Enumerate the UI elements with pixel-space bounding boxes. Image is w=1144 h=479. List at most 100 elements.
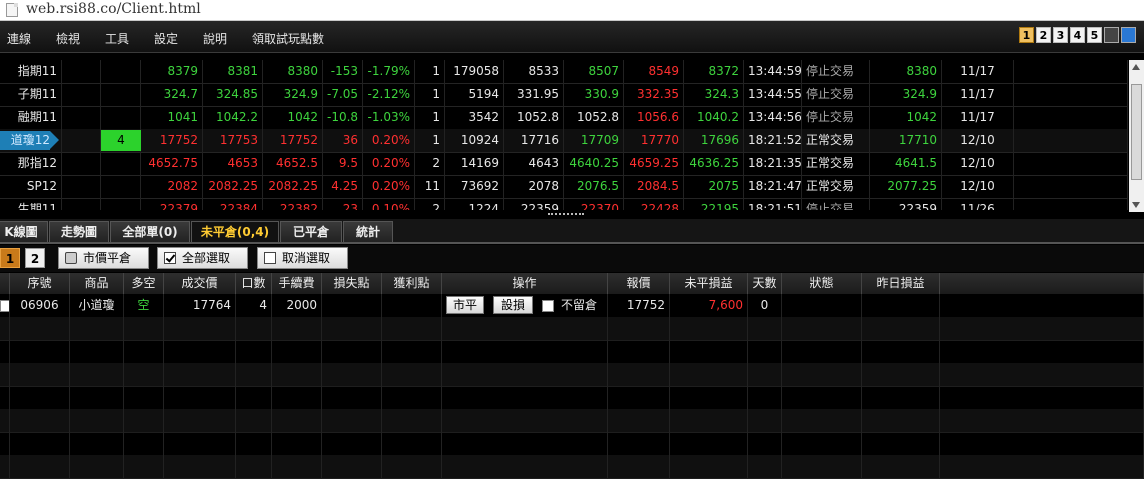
quote-row[interactable]: 生期11 22379 22384 22382 23 0.10% 2 1224 22359 2237… — [0, 198, 1128, 210]
layout-page-1-button[interactable]: 1 — [1019, 27, 1034, 43]
row-select-checkbox[interactable] — [0, 300, 9, 312]
quote-product-name: 子期11 — [0, 83, 62, 106]
menu-connect[interactable]: 連線 — [7, 30, 31, 47]
layout-page-2-button[interactable]: 2 — [1036, 27, 1051, 43]
position-empty-row — [0, 455, 1144, 479]
tab-all-orders[interactable]: 全部單(0) — [110, 221, 190, 242]
quote-cell: 1056.6 — [624, 106, 684, 129]
position-cell — [164, 455, 236, 478]
cancel-selection-button[interactable]: 取消選取 — [257, 247, 348, 269]
tab-closed-positions[interactable]: 已平倉 — [280, 221, 342, 242]
market-close-button[interactable]: 市價平倉 — [58, 247, 149, 269]
menu-claim-trial-points[interactable]: 領取試玩點數 — [252, 30, 324, 47]
quote-cell: 2 — [415, 152, 445, 175]
header-side[interactable]: 多空 — [124, 273, 164, 294]
position-cell — [748, 455, 782, 478]
position-cell — [748, 409, 782, 432]
tab-trend[interactable]: 走勢圖 — [49, 221, 109, 242]
position-cell — [10, 386, 70, 409]
header-status[interactable]: 狀態 — [782, 273, 862, 294]
no-overnight-checkbox[interactable] — [542, 300, 554, 312]
quote-cell: 8372 — [684, 60, 744, 83]
header-stop-loss[interactable]: 損失點 — [322, 273, 382, 294]
select-all-button[interactable]: 全部選取 — [157, 247, 248, 269]
set-stop-loss-button[interactable]: 設損 — [493, 296, 533, 314]
header-serial[interactable]: 序號 — [10, 273, 70, 294]
header-fee[interactable]: 手續費 — [272, 273, 322, 294]
position-cell — [862, 455, 940, 478]
quote-cell: 17770 — [624, 129, 684, 152]
quote-cell: 9.5 — [323, 152, 363, 175]
quote-cell: -1.03% — [363, 106, 415, 129]
market-close-row-button[interactable]: 市平 — [446, 296, 484, 314]
quote-cell: 22384 — [203, 198, 263, 210]
scroll-up-icon[interactable] — [1132, 64, 1140, 70]
quote-cell: 4652.75 — [141, 152, 203, 175]
scroll-down-icon[interactable] — [1132, 202, 1140, 208]
quote-cell: 12/10 — [942, 175, 1014, 198]
monitor-icon[interactable] — [1121, 27, 1136, 43]
open-lots-badge[interactable]: 4 — [101, 130, 141, 151]
selected-product-tag: 道瓊12 — [0, 131, 59, 150]
quote-cell: 12/10 — [942, 129, 1014, 152]
header-quote[interactable]: 報價 — [608, 273, 670, 294]
position-cell — [940, 363, 1144, 386]
quote-badge-cell: 4 — [101, 129, 141, 152]
tab-open-positions[interactable]: 未平倉(0,4) — [191, 221, 279, 242]
position-cell — [10, 317, 70, 340]
header-operation[interactable]: 操作 — [442, 273, 608, 294]
url-text[interactable]: web.rsi88.co/Client.html — [26, 1, 201, 17]
position-cell — [782, 386, 862, 409]
quote-cell: 停止交易 — [802, 106, 870, 129]
quote-row[interactable]: SP12 2082 2082.25 2082.25 4.25 0.20% 11 73692 20… — [0, 175, 1128, 199]
position-page-1-button[interactable]: 1 — [0, 248, 20, 268]
header-yesterday-pnl[interactable]: 昨日損益 — [862, 273, 940, 294]
position-cell — [382, 317, 442, 340]
quote-product-name: 融期11 — [0, 106, 62, 129]
header-price[interactable]: 成交價 — [164, 273, 236, 294]
menu-view[interactable]: 檢視 — [56, 30, 80, 47]
layout-page-5-button[interactable]: 5 — [1087, 27, 1102, 43]
quote-cell: 8380 — [263, 60, 323, 83]
position-cell — [748, 386, 782, 409]
quote-cell: 179058 — [445, 60, 504, 83]
scroll-thumb[interactable] — [1131, 84, 1142, 180]
position-cell — [608, 409, 670, 432]
position-cell — [124, 386, 164, 409]
layout-page-3-button[interactable]: 3 — [1053, 27, 1068, 43]
menu-help[interactable]: 說明 — [203, 30, 227, 47]
quote-blank-cell — [62, 198, 101, 210]
position-cell — [70, 455, 124, 478]
layout-page-4-button[interactable]: 4 — [1070, 27, 1085, 43]
position-row[interactable]: 06906 小道瓊空 17764 4 2000 市平 設損 不留倉 17752 7,600 0 — [0, 294, 1144, 318]
menu-tools[interactable]: 工具 — [105, 30, 129, 47]
menu-settings[interactable]: 設定 — [154, 30, 178, 47]
position-cell — [670, 386, 748, 409]
quote-cell: 11/17 — [942, 106, 1014, 129]
tab-kline[interactable]: K線圖 — [0, 221, 48, 242]
quote-row[interactable]: 指期11 8379 8381 8380 -153 -1.79% 1 179058 8533 850… — [0, 60, 1128, 84]
header-product[interactable]: 商品 — [70, 273, 124, 294]
quote-scrollbar[interactable] — [1129, 60, 1144, 212]
position-cell — [10, 432, 70, 455]
cancel-selection-label: 取消選取 — [282, 251, 331, 265]
header-lots[interactable]: 口數 — [236, 273, 272, 294]
tab-statistics[interactable]: 統計 — [343, 221, 393, 242]
position-page-2-button[interactable]: 2 — [25, 248, 45, 268]
header-unrealized-pnl[interactable]: 未平損益 — [670, 273, 748, 294]
quote-row[interactable]: 融期11 1041 1042.2 1042 -10.8 -1.03% 1 3542 1052.8… — [0, 106, 1128, 130]
quote-cell: 1052.8 — [504, 106, 564, 129]
quote-blank-cell — [62, 106, 101, 129]
panel-splitter[interactable] — [548, 213, 584, 218]
header-take-profit[interactable]: 獲利點 — [382, 273, 442, 294]
quote-cell: 10924 — [445, 129, 504, 152]
address-bar[interactable]: web.rsi88.co/Client.html — [0, 0, 1144, 21]
quote-row[interactable]: 子期11 324.7 324.85 324.9 -7.05 -2.12% 1 5194 331.… — [0, 83, 1128, 107]
quote-row[interactable]: 那指12 4652.75 4653 4652.5 9.5 0.20% 2 14169 4643 4… — [0, 152, 1128, 176]
position-cell: 市平 設損 不留倉 — [442, 294, 608, 317]
position-cell — [862, 432, 940, 455]
header-days[interactable]: 天數 — [748, 273, 782, 294]
position-cell — [782, 317, 862, 340]
quote-row[interactable]: 道瓊12 4 17752 17753 17752 36 0.20% 1 10924 17716 17… — [0, 129, 1128, 153]
window-icon[interactable] — [1104, 27, 1119, 43]
